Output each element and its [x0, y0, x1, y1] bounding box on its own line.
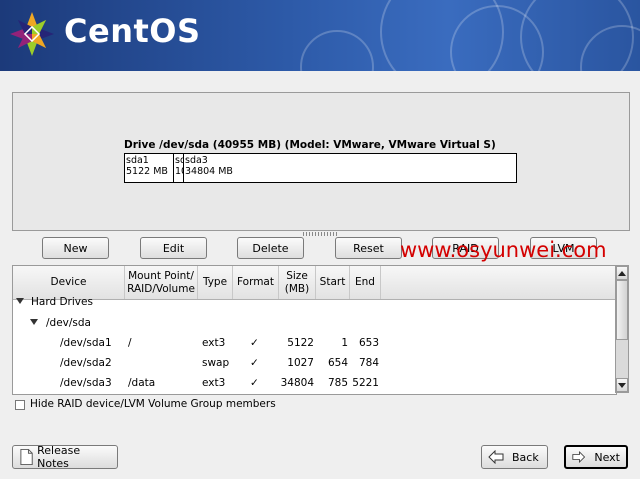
release-notes-button[interactable]: Release Notes	[12, 444, 118, 470]
centos-logo-icon	[10, 12, 54, 56]
arrow-left-icon	[488, 450, 504, 464]
scroll-down-arrow-icon[interactable]	[616, 378, 628, 392]
segment-size: 5122 MB	[126, 166, 168, 177]
drive-segment-sda2[interactable]: sd 10	[174, 154, 184, 182]
table-scrollbar[interactable]	[615, 265, 629, 393]
expander-icon[interactable]	[30, 319, 38, 325]
new-button[interactable]: New	[42, 237, 109, 259]
document-icon	[20, 448, 33, 466]
delete-button[interactable]: Delete	[237, 237, 304, 259]
drive-partition-bar: sda1 5122 MB sd 10 sda3 34804 MB	[124, 153, 517, 183]
format-check-icon: ✓	[250, 357, 259, 369]
segment-size: 34804 MB	[185, 166, 233, 177]
hide-raid-checkbox[interactable]	[15, 400, 25, 410]
table-row[interactable]: /dev/sda2 swap ✓ 1027 654 784	[13, 353, 616, 373]
segment-size: 10	[175, 166, 183, 177]
segment-name: sda1	[126, 155, 149, 166]
drive-map-panel: Drive /dev/sda (40955 MB) (Model: VMware…	[12, 92, 630, 231]
pane-resize-handle[interactable]	[303, 232, 337, 236]
scrollbar-thumb[interactable]	[616, 280, 628, 340]
table-row[interactable]: /dev/sda3 /data ext3 ✓ 34804 785 5221	[13, 373, 616, 393]
tree-disk-sda[interactable]: /dev/sda	[13, 313, 616, 333]
partition-table: Device Mount Point/RAID/Volume Type Form…	[12, 265, 617, 395]
tree-group-hard-drives[interactable]: Hard Drives	[13, 294, 616, 310]
segment-name: sda3	[185, 155, 208, 166]
scroll-up-arrow-icon[interactable]	[616, 266, 628, 280]
brand-title: CentOS	[64, 12, 201, 50]
header-banner: CentOS	[0, 0, 640, 71]
edit-button[interactable]: Edit	[140, 237, 207, 259]
expander-icon[interactable]	[16, 298, 24, 304]
format-check-icon: ✓	[250, 337, 259, 349]
hide-raid-label[interactable]: Hide RAID device/LVM Volume Group member…	[30, 398, 276, 410]
reset-button[interactable]: Reset	[335, 237, 402, 259]
segment-name: sd	[175, 155, 183, 166]
arrow-right-icon	[572, 450, 586, 464]
next-button[interactable]: Next	[564, 445, 628, 469]
table-row[interactable]: /dev/sda1 / ext3 ✓ 5122 1 653	[13, 333, 616, 353]
watermark-text: www.osyunwei.com	[400, 238, 607, 262]
drive-segment-sda3[interactable]: sda3 34804 MB	[184, 154, 516, 182]
format-check-icon: ✓	[250, 377, 259, 389]
drive-title: Drive /dev/sda (40955 MB) (Model: VMware…	[124, 139, 496, 151]
drive-segment-sda1[interactable]: sda1 5122 MB	[125, 154, 174, 182]
back-button[interactable]: Back	[481, 445, 548, 469]
